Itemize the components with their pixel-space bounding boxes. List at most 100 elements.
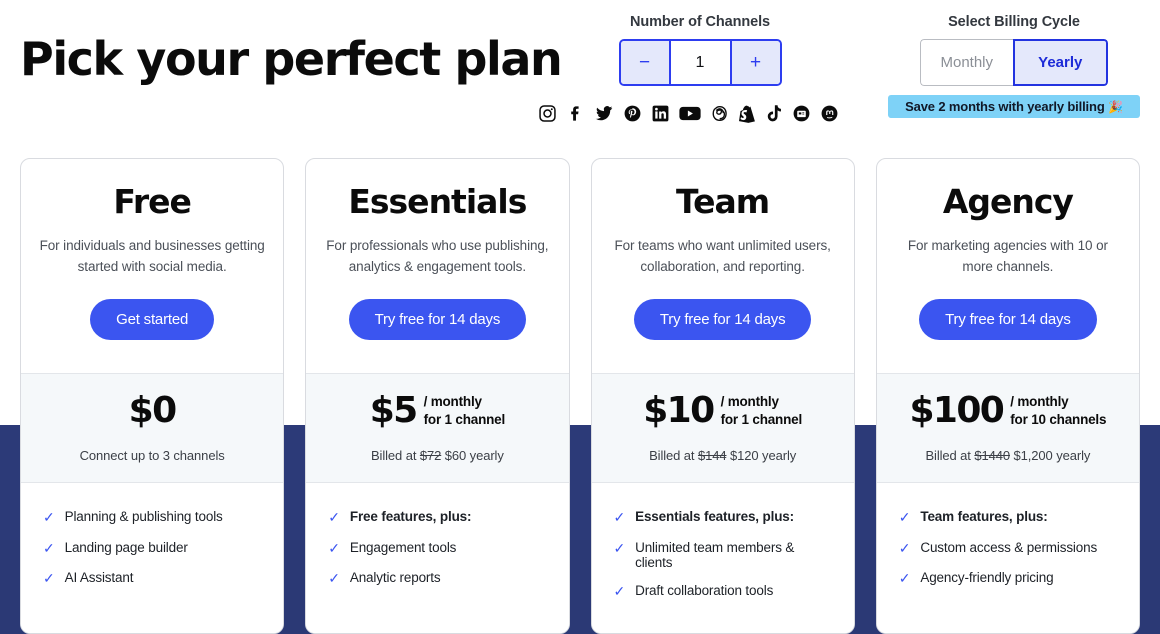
plan-name: Essentials (348, 182, 527, 221)
pricing-card: Free For individuals and businesses gett… (20, 158, 285, 634)
youtube-icon (679, 104, 701, 123)
check-icon: ✓ (898, 570, 911, 586)
mastodon-icon (820, 104, 839, 123)
feature-label: Essentials features, plus: (635, 509, 795, 524)
billed-old-price: $72 (419, 448, 442, 463)
check-icon: ✓ (613, 509, 626, 525)
card-price-band: $10 / monthly for 1 channel Billed at $1… (591, 373, 854, 483)
price-channels: for 1 channel (423, 412, 506, 427)
feature-label: Free features, plus: (349, 509, 472, 524)
billing-option-monthly[interactable]: Monthly (920, 39, 1013, 86)
plan-description: For marketing agencies with 10 or more c… (907, 237, 1108, 274)
channels-control: Number of Channels − 1 + (600, 14, 800, 86)
check-icon: ✓ (613, 582, 626, 599)
supported-networks-row (538, 103, 839, 123)
feature-label: Draft collaboration tools (635, 582, 774, 598)
check-icon: ✓ (43, 570, 55, 586)
plan-name: Free (113, 182, 191, 221)
feature-label: AI Assistant (64, 570, 134, 585)
channels-input[interactable]: 1 (670, 41, 730, 84)
page-title: Pick your perfect plan (20, 32, 563, 86)
feature-item: ✓ Draft collaboration tools (614, 583, 832, 601)
plan-name: Agency (942, 182, 1074, 221)
billing-cycle-toggle: Monthly Yearly (920, 39, 1108, 86)
shopify-icon (738, 104, 756, 123)
check-icon: ✓ (328, 539, 340, 556)
feature-item: ✓ Team features, plus: (899, 509, 1117, 527)
price-line: $100 / monthly for 10 channels (877, 388, 1139, 434)
pinterest-icon (623, 104, 642, 123)
feature-item: ✓ Free features, plus: (328, 509, 546, 527)
card-price-band: $100 / monthly for 10 channels Billed at… (876, 373, 1139, 483)
card-price-band: $5 / monthly for 1 channel Billed at $72… (306, 373, 569, 483)
google-business-icon (792, 104, 811, 123)
channels-stepper: − 1 + (618, 39, 782, 86)
feature-label: Engagement tools (349, 539, 457, 555)
party-popper-icon: 🎉 (1108, 100, 1123, 114)
increment-channels-button[interactable]: + (729, 41, 780, 84)
plan-cta-button[interactable]: Try free for 14 days (348, 299, 527, 341)
plan-description: For individuals and businesses getting s… (39, 237, 265, 274)
card-header: Agency For marketing agencies with 10 or… (877, 159, 1139, 373)
check-icon: ✓ (43, 539, 55, 556)
feature-item: ✓ AI Assistant (43, 570, 261, 588)
billed-prefix: Billed at (370, 448, 420, 463)
check-icon: ✓ (613, 539, 626, 556)
instagram-icon (538, 104, 557, 123)
price-channels: for 10 channels (1010, 412, 1107, 427)
billed-prefix: Billed at (925, 448, 975, 463)
feature-item: ✓ Unlimited team members & clients (614, 540, 832, 570)
card-price-band: $0 Connect up to 3 channels (21, 373, 284, 483)
yearly-savings-badge: Save 2 months with yearly billing 🎉 (888, 95, 1140, 118)
feature-item: ✓ Analytic reports (328, 570, 546, 588)
price-amount: $10 (643, 390, 715, 431)
plan-cta-button[interactable]: Get started (90, 299, 215, 341)
feature-item: ✓ Agency-friendly pricing (899, 570, 1117, 588)
billing-cycle-control: Select Billing Cycle Monthly Yearly Save… (888, 14, 1140, 118)
feature-item: ✓ Custom access & permissions (899, 540, 1117, 558)
price-period: / monthly (423, 394, 482, 410)
billed-new-price: $1,200 (1013, 448, 1053, 463)
billed-suffix: yearly (1052, 448, 1091, 463)
billing-option-yearly[interactable]: Yearly (1012, 39, 1108, 86)
pricing-card: Team For teams who want unlimited users,… (590, 158, 855, 634)
check-icon: ✓ (328, 509, 340, 525)
card-features: ✓ Planning & publishing tools ✓ Landing … (21, 483, 284, 633)
plan-cta-button[interactable]: Try free for 14 days (633, 299, 812, 341)
billed-suffix: yearly (466, 448, 504, 463)
card-header: Free For individuals and businesses gett… (21, 159, 283, 373)
feature-item: ✓ Essentials features, plus: (614, 509, 832, 527)
billed-new-price: $60 (444, 448, 467, 463)
card-header: Essentials For professionals who use pub… (306, 159, 568, 373)
card-features: ✓ Free features, plus: ✓ Engagement tool… (306, 483, 569, 633)
feature-item: ✓ Planning & publishing tools (43, 509, 261, 527)
check-icon: ✓ (898, 539, 911, 556)
billed-prefix: Billed at (649, 448, 698, 463)
twitter-icon (594, 103, 614, 123)
billed-suffix: yearly (758, 448, 797, 463)
feature-label: Unlimited team members & clients (635, 539, 795, 570)
feature-label: Custom access & permissions (920, 539, 1098, 555)
plan-cta-button[interactable]: Try free for 14 days (919, 299, 1097, 341)
plan-description: For teams who want unlimited users, coll… (614, 237, 831, 274)
page-header: Pick your perfect plan Number of Channel… (0, 0, 1160, 150)
linkedin-icon (651, 104, 670, 123)
feature-label: Landing page builder (64, 539, 188, 555)
price-period: / monthly (1010, 394, 1069, 410)
check-icon: ✓ (328, 570, 340, 586)
card-features: ✓ Team features, plus: ✓ Custom access &… (876, 483, 1139, 633)
facebook-icon (566, 104, 585, 123)
card-features: ✓ Essentials features, plus: ✓ Unlimited… (591, 483, 854, 633)
feature-label: Agency-friendly pricing (920, 570, 1054, 585)
price-unit: / monthly for 10 channels (1010, 393, 1106, 428)
check-icon: ✓ (898, 509, 911, 525)
yearly-savings-text: Save 2 months with yearly billing (905, 99, 1105, 114)
price-line: $5 / monthly for 1 channel (306, 388, 568, 434)
decrement-channels-button[interactable]: − (620, 41, 671, 84)
price-line: $10 / monthly for 1 channel (592, 388, 854, 434)
billed-old-price: $1440 (974, 448, 1010, 463)
price-unit: / monthly for 1 channel (423, 393, 506, 428)
pricing-card: Essentials For professionals who use pub… (305, 158, 570, 634)
billing-cycle-label: Select Billing Cycle (948, 14, 1080, 30)
price-line: $0 (21, 388, 283, 434)
